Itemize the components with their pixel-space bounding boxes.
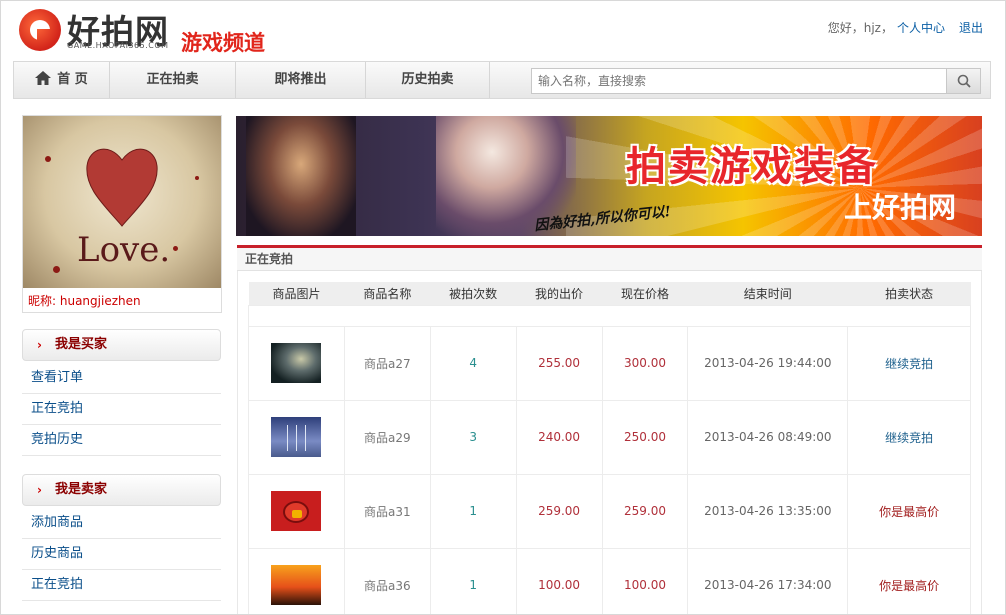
table-row: 商品a36 1 100.00 100.00 2013-04-26 17:34:0… [248,547,971,614]
col-header-name: 商品名称 [344,282,431,305]
sidebar-item-seller-bidding[interactable]: 正在竞拍 [22,570,221,601]
current-price: 259.00 [601,473,689,549]
end-time: 2013-04-26 17:34:00 [687,547,849,614]
banner-title: 拍卖游戏装备 [626,144,878,190]
page-frame: 好拍网 GAME.HAOPAI365.COM 游戏频道 您好，hjz， 个人中心退… [0,0,1006,615]
col-header-my-bid: 我的出价 [516,282,603,305]
product-name[interactable]: 商品a31 [343,473,431,549]
avatar[interactable]: Love. [23,116,221,288]
sidebar-item-bidding[interactable]: 正在竞拍 [22,394,221,425]
seller-section-title: 我是卖家 [55,482,108,497]
sidebar-item-product-history[interactable]: 历史商品 [22,539,221,570]
col-header-price: 现在价格 [602,282,688,305]
bid-count: 3 [429,399,517,475]
chevron-right-icon: › [37,338,42,352]
splat-dot [53,266,60,273]
user-bar: 您好，hjz， 个人中心 退出 [828,19,983,36]
nickname-value: huangjiezhen [59,294,141,308]
my-bid: 240.00 [515,399,603,475]
col-header-end-time: 结束时间 [687,282,848,305]
seller-section-header[interactable]: › 我是卖家 [22,474,221,506]
table-row: 商品a27 4 255.00 300.00 2013-04-26 19:44:0… [248,325,971,401]
product-thumbnail[interactable] [271,343,322,383]
search-button[interactable] [946,69,980,93]
table-spacer-row [248,304,971,327]
product-thumbnail[interactable] [271,565,322,605]
current-price: 250.00 [601,399,689,475]
buyer-section-title: 我是买家 [55,337,108,352]
status-continue-bid-link[interactable]: 继续竞拍 [847,399,971,475]
site-logo[interactable]: 好拍网 GAME.HAOPAI365.COM 游戏频道 [19,7,279,55]
logo-mark-icon [19,9,61,51]
logout-link[interactable]: 退出 [959,21,983,35]
nickname-label: 昵称: [28,294,60,308]
panel-title: 正在竞拍 [237,248,982,271]
nickname-line: 昵称: huangjiezhen [28,292,141,309]
beak-shape [292,510,303,518]
bid-count: 1 [429,547,517,614]
user-center-link[interactable]: 个人中心 [897,21,945,35]
bid-count: 1 [429,473,517,549]
my-bid: 259.00 [515,473,603,549]
splat-dot [173,246,178,251]
thumb-cell [248,325,345,401]
product-name[interactable]: 商品a27 [343,325,431,401]
sidebar-item-view-orders[interactable]: 查看订单 [22,363,221,394]
search-icon [957,74,971,88]
buyer-section-header[interactable]: › 我是买家 [22,329,221,361]
status-continue-bid-link[interactable]: 继续竞拍 [847,325,971,401]
table-row: 商品a29 3 240.00 250.00 2013-04-26 08:49:0… [248,399,971,475]
brand-domain: GAME.HAOPAI365.COM [67,41,169,50]
end-time: 2013-04-26 19:44:00 [687,325,849,401]
col-header-count: 被拍次数 [430,282,517,305]
my-bid: 255.00 [515,325,603,401]
bidding-table: 商品图片 商品名称 被拍次数 我的出价 现在价格 结束时间 拍卖状态 商品a27… [248,282,971,614]
thumb-cell [248,399,345,475]
heart-icon [86,148,158,227]
search-box [531,68,981,94]
splat-dot [195,176,199,180]
product-thumbnail[interactable] [271,417,322,457]
splat-dot [45,156,51,162]
header: 好拍网 GAME.HAOPAI365.COM 游戏频道 您好，hjz， 个人中心退… [1,1,1005,59]
my-bid: 100.00 [515,547,603,614]
table-row: 商品a31 1 259.00 259.00 2013-04-26 13:35:0… [248,473,971,549]
promo-banner[interactable]: 拍卖游戏装备 上好拍网 因為好拍,所以你可以! [236,116,982,236]
nav-item-auctioning[interactable]: 正在拍卖 [110,62,236,98]
channel-name: 游戏频道 [181,30,265,55]
status-highest-bid: 你是最高价 [847,473,971,549]
home-icon [35,64,52,85]
banner-warrior-image [246,116,356,236]
sidebar-item-add-product[interactable]: 添加商品 [22,508,221,539]
product-name[interactable]: 商品a36 [343,547,431,614]
thumb-cell [248,473,345,549]
search-input[interactable] [532,69,946,93]
banner-subtitle: 上好拍网 [844,191,957,224]
status-highest-bid: 你是最高价 [847,547,971,614]
sidebar-item-bid-history[interactable]: 竞拍历史 [22,425,221,456]
current-price: 300.00 [601,325,689,401]
current-price: 100.00 [601,547,689,614]
main-nav: 首 页 正在拍卖 即将推出 历史拍卖 [13,61,991,99]
nav-item-home[interactable]: 首 页 [14,62,110,98]
nav-item-upcoming[interactable]: 即将推出 [236,62,366,98]
col-header-status: 拍卖状态 [847,282,971,305]
product-name[interactable]: 商品a29 [343,399,431,475]
col-header-image: 商品图片 [248,282,345,305]
bid-count: 4 [429,325,517,401]
profile-card: Love. 昵称: huangjiezhen [22,115,222,313]
table-header-row: 商品图片 商品名称 被拍次数 我的出价 现在价格 结束时间 拍卖状态 [248,282,971,305]
nav-home-label: 首 页 [57,72,88,87]
end-time: 2013-04-26 08:49:00 [687,399,849,475]
chevron-right-icon: › [37,483,42,497]
thumb-cell [248,547,345,614]
avatar-love-text: Love. [77,230,171,270]
end-time: 2013-04-26 13:35:00 [687,473,849,549]
product-thumbnail[interactable] [271,491,322,531]
greeting-text: 您好，hjz， [827,21,893,35]
nav-item-history[interactable]: 历史拍卖 [366,62,490,98]
